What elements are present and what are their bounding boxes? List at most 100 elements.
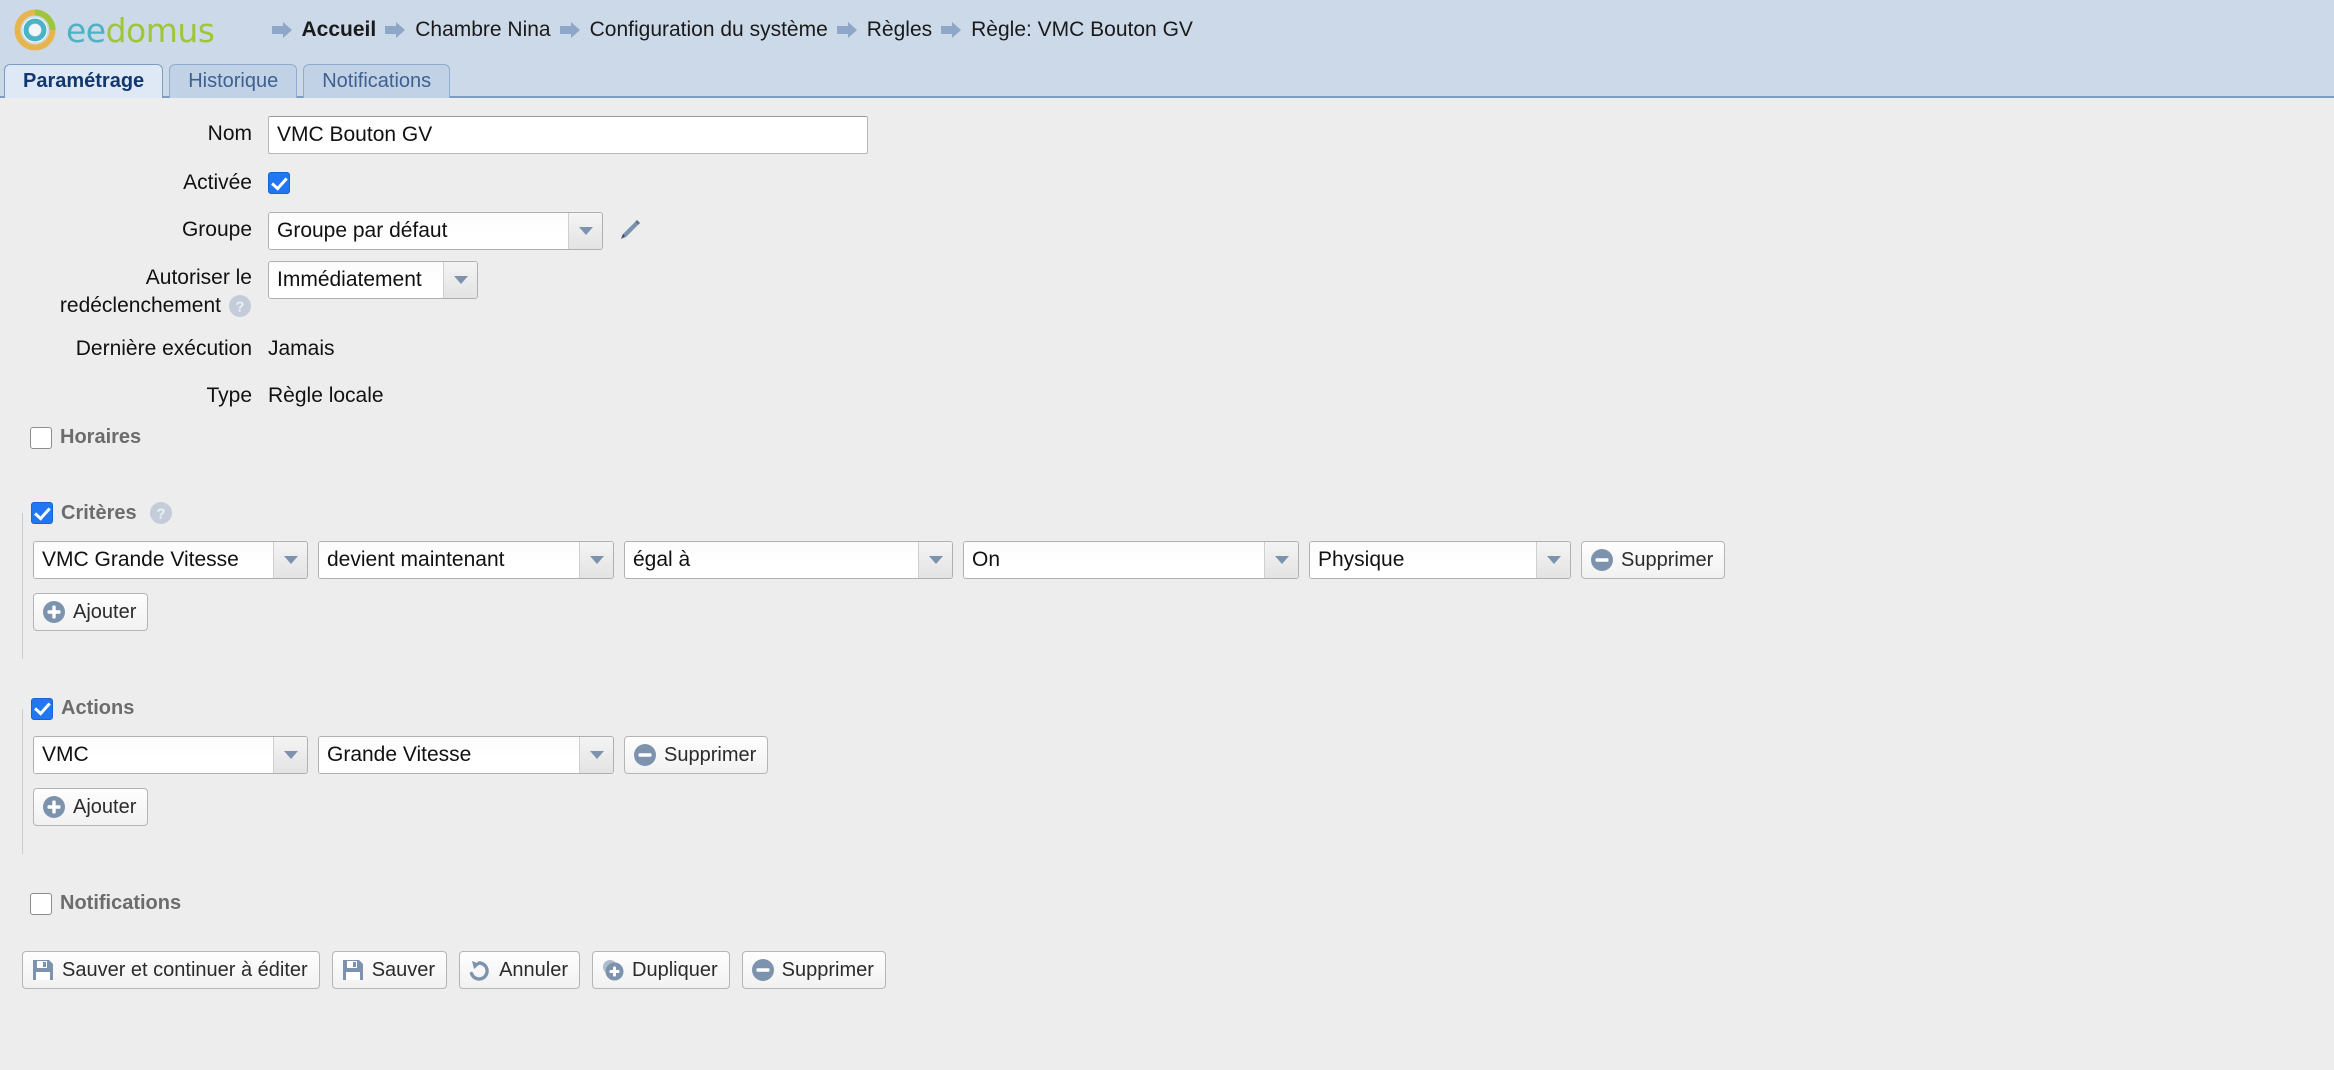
chevron-down-icon — [579, 542, 613, 578]
section-actions: Actions VMC Grande Vitesse — [22, 697, 2312, 854]
save-and-continue-button[interactable]: Sauver et continuer à éditer — [22, 951, 320, 989]
chevron-down-icon — [273, 737, 307, 773]
criterion-event-select[interactable]: devient maintenant — [318, 541, 614, 579]
action-command-value: Grande Vitesse — [319, 737, 579, 773]
criterion-device-value: VMC Grande Vitesse — [34, 542, 273, 578]
plus-circle-icon — [42, 600, 66, 624]
chevron-down-icon — [443, 262, 477, 298]
tab-historique[interactable]: Historique — [169, 64, 297, 98]
notifications-label: Notifications — [60, 892, 181, 915]
save-button[interactable]: Sauver — [332, 951, 447, 989]
action-delete-button[interactable]: Supprimer — [624, 736, 768, 774]
breadcrumb-item-regles[interactable]: Règles — [836, 18, 940, 42]
notifications-checkbox[interactable] — [30, 893, 52, 915]
action-device-select[interactable]: VMC — [33, 736, 308, 774]
actions-add-row: Ajouter — [33, 788, 2312, 826]
field-row-activee: Activée — [0, 165, 2334, 201]
criterion-value-value: On — [964, 542, 1264, 578]
groupe-select[interactable]: Groupe par défaut — [268, 212, 603, 250]
rule-settings-form: Nom Activée Groupe Groupe par défaut — [0, 98, 2334, 414]
field-row-groupe: Groupe Groupe par défaut — [0, 212, 2334, 250]
minus-circle-icon — [1590, 548, 1614, 572]
criteres-checkbox[interactable] — [31, 502, 53, 524]
floppy-disk-icon — [341, 958, 365, 982]
tab-parametrage[interactable]: Paramétrage — [4, 64, 163, 98]
app-header: eedomus Accueil Chambre Nina Configurati… — [0, 0, 2334, 60]
brand-name-part2: domus — [106, 11, 215, 50]
criterion-value-select[interactable]: On — [963, 541, 1299, 579]
actions-add-label: Ajouter — [73, 796, 136, 819]
horaires-checkbox[interactable] — [30, 427, 52, 449]
chevron-down-icon — [579, 737, 613, 773]
redeclenchement-select[interactable]: Immédiatement — [268, 261, 478, 299]
action-delete-label: Supprimer — [664, 744, 756, 767]
breadcrumb: Accueil Chambre Nina Configuration du sy… — [271, 18, 1201, 42]
tab-bar: Paramétrage Historique Notifications — [0, 60, 2334, 98]
tab-notifications[interactable]: Notifications — [303, 64, 450, 98]
criterion-operator-select[interactable]: égal à — [624, 541, 953, 579]
criterion-row: VMC Grande Vitesse devient maintenant ég… — [33, 541, 2312, 579]
section-horaires: Horaires — [22, 426, 2312, 463]
actions-add-button[interactable]: Ajouter — [33, 788, 148, 826]
help-circle-icon[interactable]: ? — [149, 501, 173, 525]
derniere-execution-value: Jamais — [268, 331, 335, 367]
actions-checkbox[interactable] — [31, 698, 53, 720]
plus-circle-icon — [42, 795, 66, 819]
svg-text:?: ? — [235, 299, 244, 316]
field-row-redeclenchement: Autoriser le redéclenchement ? Immédiate… — [0, 261, 2334, 320]
brand-name-part1: ee — [66, 11, 106, 50]
criteres-legend: Critères ? — [25, 501, 183, 525]
breadcrumb-item-regle-courante: Règle: VMC Bouton GV — [940, 18, 1201, 42]
delete-button[interactable]: Supprimer — [742, 951, 886, 989]
chevron-down-icon — [568, 213, 602, 249]
horaires-label: Horaires — [60, 426, 141, 449]
chevron-down-icon — [918, 542, 952, 578]
redeclenchement-label: Autoriser le redéclenchement ? — [0, 261, 268, 320]
cancel-button[interactable]: Annuler — [459, 951, 580, 989]
save-and-continue-label: Sauver et continuer à éditer — [62, 959, 308, 982]
breadcrumb-item-accueil[interactable]: Accueil — [271, 18, 385, 42]
minus-circle-icon — [751, 958, 775, 982]
action-device-value: VMC — [34, 737, 273, 773]
help-circle-icon[interactable]: ? — [228, 294, 252, 318]
criterion-delete-button[interactable]: Supprimer — [1581, 541, 1725, 579]
criteres-add-label: Ajouter — [73, 601, 136, 624]
main-content: Nom Activée Groupe Groupe par défaut — [0, 98, 2334, 989]
brand-logo[interactable]: eedomus — [14, 9, 215, 51]
arrow-right-icon — [559, 21, 581, 39]
criterion-event-value: devient maintenant — [319, 542, 579, 578]
breadcrumb-label: Chambre Nina — [415, 18, 550, 42]
section-notifications: Notifications — [22, 892, 2312, 929]
arrow-right-icon — [940, 21, 962, 39]
chevron-down-icon — [1536, 542, 1570, 578]
activee-checkbox[interactable] — [268, 172, 290, 194]
eedomus-ring-logo-icon — [14, 9, 56, 51]
type-value: Règle locale — [268, 378, 384, 414]
section-criteres: Critères ? VMC Grande Vitesse devient ma… — [22, 501, 2312, 659]
action-command-select[interactable]: Grande Vitesse — [318, 736, 614, 774]
activee-label: Activée — [0, 165, 268, 201]
pencil-icon[interactable] — [617, 218, 643, 244]
groupe-label: Groupe — [0, 212, 268, 248]
arrow-right-icon — [384, 21, 406, 39]
criterion-device-select[interactable]: VMC Grande Vitesse — [33, 541, 308, 579]
actions-body: VMC Grande Vitesse Supprimer — [23, 720, 2312, 826]
save-label: Sauver — [372, 959, 435, 982]
undo-arrow-icon — [468, 958, 492, 982]
notifications-legend: Notifications — [24, 892, 191, 915]
horaires-legend: Horaires — [24, 426, 151, 449]
nom-label: Nom — [0, 116, 268, 152]
nom-input[interactable] — [268, 116, 868, 154]
chevron-down-icon — [273, 542, 307, 578]
arrow-right-icon — [836, 21, 858, 39]
criteres-body: VMC Grande Vitesse devient maintenant ég… — [23, 525, 2312, 631]
breadcrumb-label: Accueil — [302, 18, 377, 42]
tab-label: Historique — [188, 70, 278, 93]
delete-label: Supprimer — [782, 959, 874, 982]
breadcrumb-item-chambre-nina[interactable]: Chambre Nina — [384, 18, 558, 42]
breadcrumb-item-configuration-systeme[interactable]: Configuration du système — [559, 18, 836, 42]
field-row-nom: Nom — [0, 116, 2334, 154]
criteres-add-button[interactable]: Ajouter — [33, 593, 148, 631]
criterion-source-select[interactable]: Physique — [1309, 541, 1571, 579]
duplicate-button[interactable]: Dupliquer — [592, 951, 730, 989]
